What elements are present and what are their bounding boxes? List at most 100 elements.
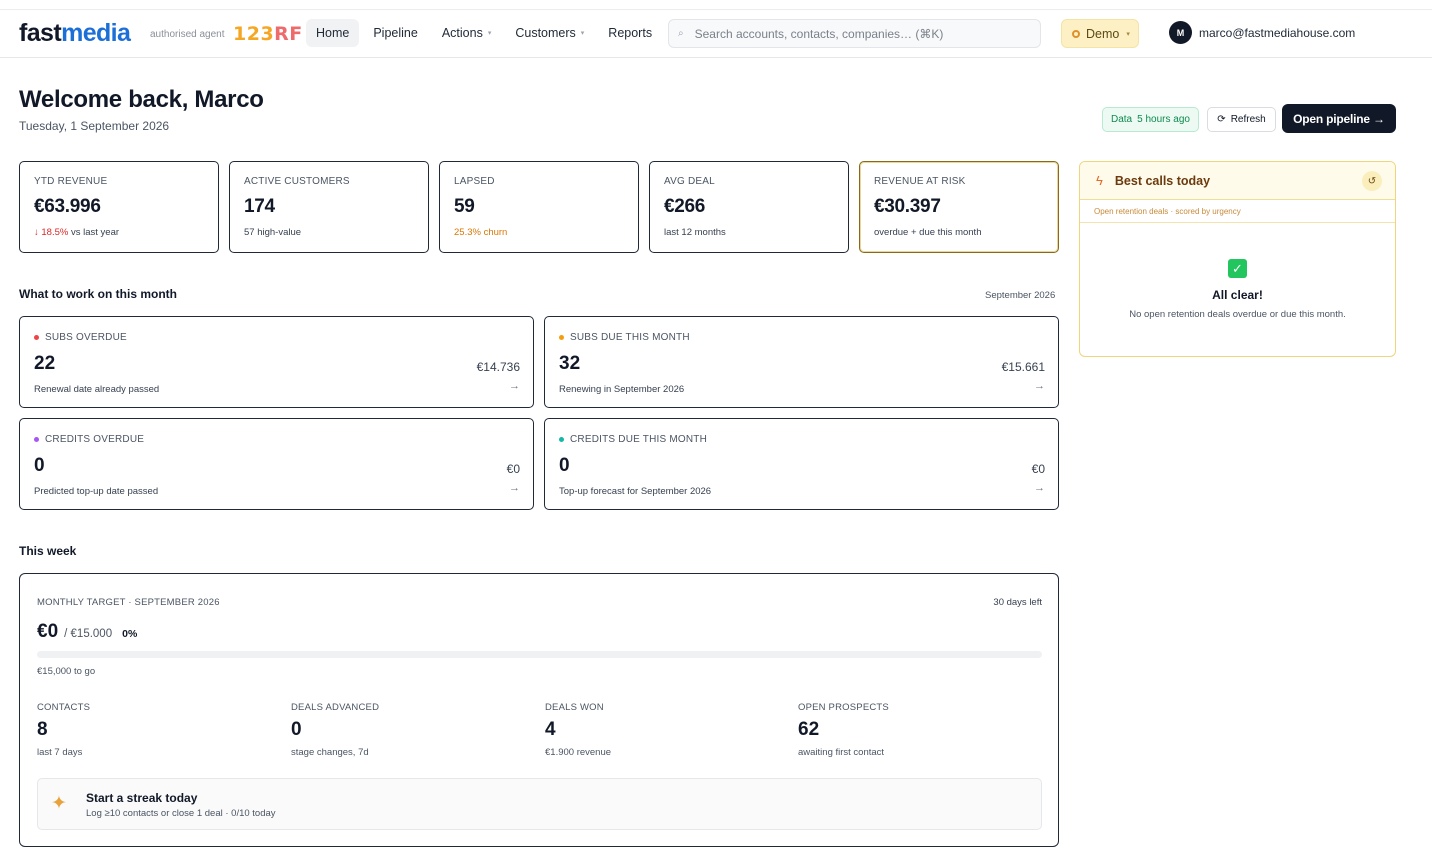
- target-total: / €15.000: [64, 628, 113, 640]
- checkmark-icon: ✓: [1228, 259, 1247, 278]
- kpi-revenue-at-risk[interactable]: REVENUE AT RISK €30.397 overdue + due th…: [859, 161, 1059, 253]
- target-achieved: €0: [37, 621, 59, 642]
- logo-fast-text: fast: [19, 19, 62, 47]
- global-search: ⌕: [668, 19, 1041, 48]
- nav-pipeline[interactable]: Pipeline: [363, 19, 427, 47]
- stat-value: 62: [798, 719, 820, 740]
- partner-logo-letters: RF: [274, 23, 303, 45]
- kpi-delta: ↓ 18.5%: [34, 227, 69, 238]
- page-title: Welcome back, Marco: [19, 86, 264, 113]
- work-card-description: Predicted top-up date passed: [34, 486, 159, 497]
- top-nav-bar: fastmedia authorised agent 123RF Home Pi…: [0, 9, 1432, 58]
- stat-subtext: €1.900 revenue: [545, 747, 612, 758]
- target-percent: 0%: [122, 628, 138, 640]
- work-card-amount: €0: [1031, 462, 1045, 476]
- stat-label: DEALS ADVANCED: [291, 702, 380, 713]
- refresh-calls-button[interactable]: ↺: [1362, 171, 1382, 191]
- stat-value: 8: [37, 719, 48, 740]
- work-card-description: Renewing in September 2026: [559, 384, 685, 395]
- kpi-subtext: 25.3% churn: [454, 227, 638, 238]
- partner-logo: 123RF: [233, 23, 303, 45]
- refresh-button[interactable]: ⟳ Refresh: [1207, 107, 1276, 132]
- nav-customers[interactable]: Customers ▾: [505, 19, 594, 47]
- demo-status-icon: [1072, 29, 1080, 38]
- work-card-amount: €0: [506, 462, 520, 476]
- best-calls-empty-state: ✓ All clear! No open retention deals ove…: [1080, 223, 1395, 320]
- target-progress-amounts: €0 / €15.000 0%: [37, 621, 137, 643]
- kpi-value: 174: [244, 196, 275, 217]
- kpi-label: AVG DEAL: [664, 176, 715, 187]
- best-calls-title: Best calls today: [1114, 173, 1211, 188]
- stat-value: 0: [291, 719, 302, 740]
- section-title-work: What to work on this month: [19, 287, 177, 301]
- data-freshness-badge: Data 5 hours ago: [1102, 107, 1199, 132]
- work-card-label-text: SUBS OVERDUE: [45, 332, 127, 343]
- nav-customers-label: Customers: [515, 26, 576, 40]
- work-card-count: 32: [559, 353, 581, 374]
- arrow-right-icon: →: [1034, 482, 1045, 494]
- work-card-label: SUBS DUE THIS MONTH: [559, 332, 1058, 343]
- fastmedia-logo[interactable]: fastmedia: [19, 19, 131, 47]
- chevron-down-icon: ▾: [487, 30, 492, 37]
- kpi-ytd-revenue[interactable]: YTD REVENUE €63.996 ↓ 18.5% vs last year: [19, 161, 219, 253]
- nav-actions-label: Actions: [441, 26, 483, 40]
- arrow-right-icon: →: [509, 482, 520, 494]
- work-card-credits-due[interactable]: CREDITS DUE THIS MONTH 0 Top-up forecast…: [544, 418, 1059, 510]
- kpi-label: REVENUE AT RISK: [874, 176, 966, 187]
- partner-logo-number: 123: [233, 23, 275, 45]
- data-freshness-age: 5 hours ago: [1137, 114, 1190, 125]
- stat-subtext: last 7 days: [37, 747, 83, 758]
- stat-subtext: stage changes, 7d: [291, 747, 369, 758]
- kpi-label: ACTIVE CUSTOMERS: [244, 176, 350, 187]
- best-calls-panel: ϟ Best calls today ↺ Open retention deal…: [1079, 161, 1396, 357]
- open-pipeline-button[interactable]: Open pipeline →: [1282, 104, 1396, 133]
- best-calls-header: ϟ Best calls today ↺: [1080, 162, 1395, 200]
- kpi-active-customers[interactable]: ACTIVE CUSTOMERS 174 57 high-value: [229, 161, 429, 253]
- search-input[interactable]: [694, 26, 1015, 41]
- arrow-right-icon: →: [1034, 380, 1045, 392]
- kpi-value: 59: [454, 196, 475, 217]
- stat-label: CONTACTS: [37, 702, 91, 713]
- work-card-label: SUBS OVERDUE: [34, 332, 533, 343]
- user-email: marco@fastmediahouse.com: [1199, 25, 1356, 40]
- main-nav: Home Pipeline Actions ▾ Customers ▾ Report…: [306, 19, 662, 47]
- target-remaining: €15,000 to go: [37, 666, 96, 677]
- work-card-credits-overdue[interactable]: CREDITS OVERDUE 0 Predicted top-up date …: [19, 418, 534, 510]
- stat-open-prospects: OPEN PROSPECTS 62 awaiting first contact: [798, 702, 889, 758]
- user-menu[interactable]: M marco@fastmediahouse.com: [1169, 21, 1355, 44]
- status-dot-icon: [34, 335, 39, 340]
- days-left: 30 days left: [993, 597, 1042, 608]
- weekly-summary-card: MONTHLY TARGET · SEPTEMBER 2026 30 days …: [19, 573, 1059, 847]
- kpi-value: €63.996: [34, 196, 101, 217]
- status-dot-icon: [34, 437, 39, 442]
- work-card-label: CREDITS OVERDUE: [34, 434, 533, 445]
- kpi-avg-deal[interactable]: AVG DEAL €266 last 12 months: [649, 161, 849, 253]
- kpi-churn-rate: 25.3% churn: [454, 227, 508, 238]
- nav-home[interactable]: Home: [306, 19, 360, 47]
- work-card-subs-due[interactable]: SUBS DUE THIS MONTH 32 Renewing in Septe…: [544, 316, 1059, 408]
- work-month-label: September 2026: [985, 290, 1056, 301]
- refresh-icon: ⟳: [1217, 114, 1226, 125]
- work-card-count: 0: [559, 455, 570, 476]
- stat-subtext: awaiting first contact: [798, 747, 885, 758]
- nav-actions[interactable]: Actions ▾: [432, 19, 502, 47]
- stat-label: OPEN PROSPECTS: [798, 702, 889, 713]
- stat-label: DEALS WON: [545, 702, 604, 713]
- kpi-lapsed[interactable]: LAPSED 59 25.3% churn: [439, 161, 639, 253]
- nav-reports[interactable]: Reports: [598, 19, 662, 47]
- work-card-label: CREDITS DUE THIS MONTH: [559, 434, 1058, 445]
- arrow-right-icon: →: [509, 380, 520, 392]
- all-clear-message: No open retention deals overdue or due t…: [1129, 309, 1346, 320]
- work-card-subs-overdue[interactable]: SUBS OVERDUE 22 Renewal date already pas…: [19, 316, 534, 408]
- kpi-delta-context: vs last year: [68, 227, 120, 238]
- kpi-subtext: 57 high-value: [244, 227, 302, 238]
- demo-workspace-selector[interactable]: Demo ▾: [1061, 19, 1139, 48]
- sparkles-icon: ✦: [51, 793, 67, 814]
- stat-deals-advanced: DEALS ADVANCED 0 stage changes, 7d: [291, 702, 379, 758]
- nav-home-label: Home: [316, 26, 350, 40]
- stat-deals-won: DEALS WON 4 €1.900 revenue: [545, 702, 611, 758]
- chevron-down-icon: ▾: [1126, 30, 1130, 38]
- kpi-label: LAPSED: [454, 176, 495, 187]
- work-card-count: 22: [34, 353, 56, 374]
- kpi-subtext: ↓ 18.5% vs last year: [34, 227, 218, 238]
